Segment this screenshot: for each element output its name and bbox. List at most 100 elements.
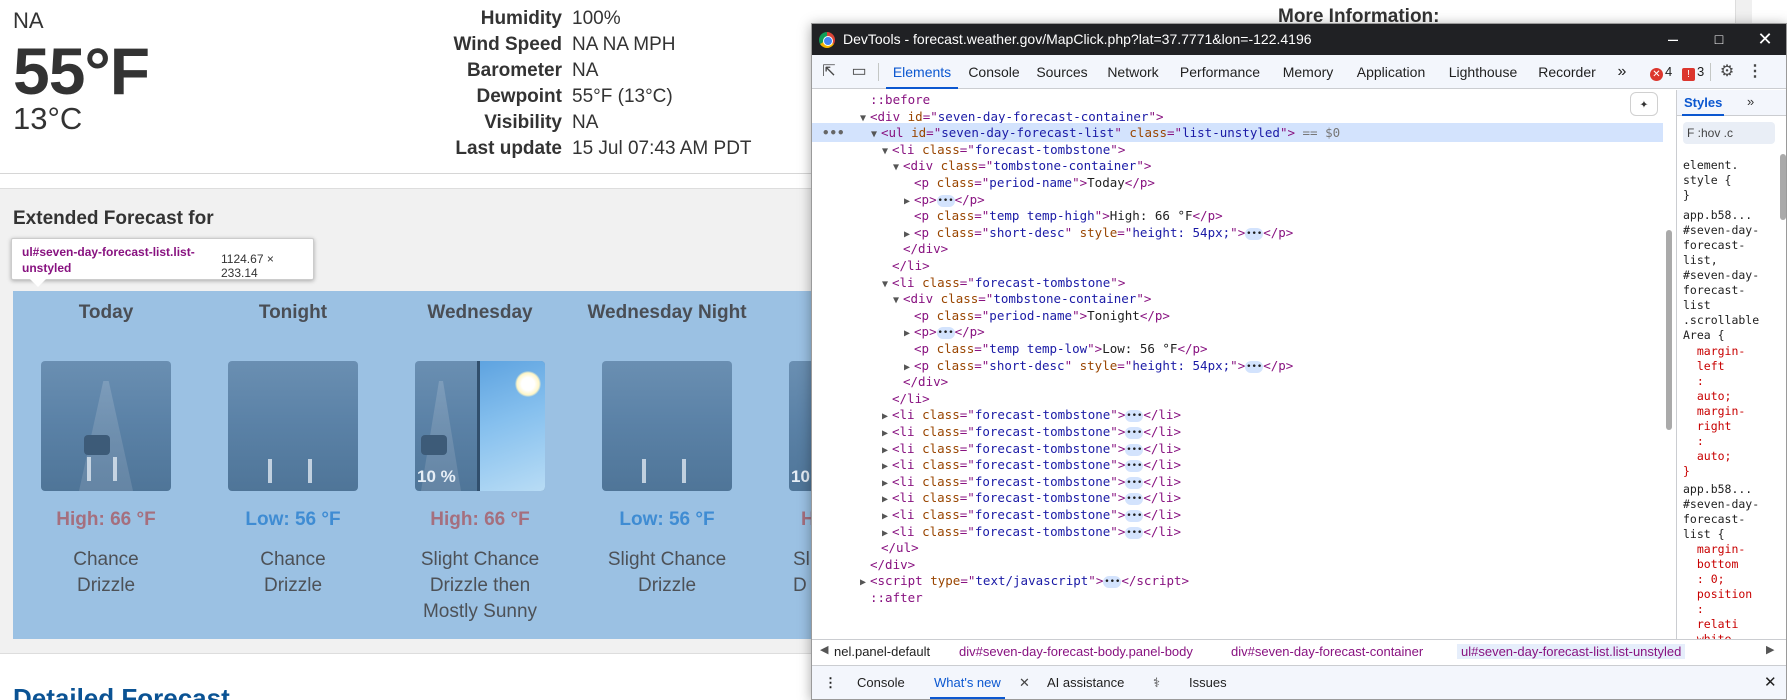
drawer-tab-issues[interactable]: Issues [1189,675,1227,690]
tooltip-selector: ul#seven-day-forecast-list.list-unstyled [22,245,195,275]
detail-label: Visibility [484,112,562,133]
tab-sources[interactable]: Sources [1032,55,1092,89]
period-name: Wednesday Night [587,302,747,323]
detail-row-barometer: Barometer NA [380,58,752,84]
elements-scrollbar[interactable] [1664,90,1675,639]
ai-assist-icon[interactable]: ✦ [1630,92,1658,116]
tab-network[interactable]: Network [1102,55,1164,89]
current-condition-text: NA [13,8,44,33]
tab-memory[interactable]: Memory [1276,55,1340,89]
detail-row-visibility: Visibility NA [380,110,752,136]
detail-row-humidity: Humidity 100% [380,6,752,32]
detail-row-last-update: Last update 15 Jul 07:43 AM PDT [380,136,751,162]
chevron-right-icon[interactable]: ▶ [1766,643,1774,656]
close-tab-icon[interactable]: ✕ [1019,675,1030,691]
inspector-tooltip: ul#seven-day-forecast-list.list-unstyled… [11,238,314,287]
collapsed-content-pill[interactable]: ••• [1125,427,1144,439]
breadcrumb-item[interactable]: div#seven-day-forecast-body.panel-body [959,644,1193,659]
inspect-element-icon[interactable]: ⇱ [820,63,838,81]
precip-probability: 10 [791,467,810,486]
tab-elements[interactable]: Elements [886,55,958,89]
detail-row-dewpoint: Dewpoint 55°F (13°C) [380,84,752,110]
styles-pane-header: Styles » [1677,90,1786,116]
tab-lighthouse[interactable]: Lighthouse [1442,55,1524,89]
styles-filter-input[interactable]: F :hov .c [1683,122,1775,144]
current-conditions-summary: NA 55°F 13°C [13,8,150,134]
devtools-toolbar: ⇱ ▭ Elements Console Sources Network Per… [812,55,1786,89]
css-rule-selector: app.b58... #seven-day- forecast- list, #… [1683,208,1760,342]
chevron-left-icon[interactable]: ◀ [820,643,828,656]
detail-label: Wind Speed [453,34,562,55]
tab-styles[interactable]: Styles [1681,95,1725,116]
collapsed-content-pill[interactable]: ••• [1125,443,1144,456]
devtools-titlebar[interactable]: DevTools - forecast.weather.gov/MapClick… [812,24,1786,55]
flask-icon: ⚕ [1153,675,1161,690]
page: NA 55°F 13°C Humidity 100% Wind Speed NA… [0,0,1787,700]
device-toolbar-icon[interactable]: ▭ [850,63,868,81]
kebab-menu-icon[interactable]: ⋮ [1746,63,1764,81]
css-rule-element-style: element. style { } [1683,158,1739,202]
collapsed-content-pill[interactable]: ••• [936,327,955,340]
drizzle-night-forecast-icon [602,361,732,491]
drizzle-then-sunny-forecast-icon: 10 % [415,361,545,491]
devtools-drawer: ⋮ Console What's new ✕ AI assistance ⚕ I… [812,665,1786,699]
period-temp: Low: 56 °F [619,509,715,530]
css-rule-declarations: margin- left : auto; margin- right : aut… [1683,344,1746,478]
current-temp-f: 55°F [13,34,150,108]
drawer-tab-whats-new[interactable]: What's new [930,675,1005,699]
drizzle-forecast-icon [41,361,171,491]
detail-label: Humidity [480,8,562,29]
collapsed-content-pill[interactable]: ••• [1125,493,1144,506]
more-panes-icon[interactable]: » [1747,94,1754,109]
collapsed-content-pill[interactable]: ••• [1245,227,1264,240]
collapsed-content-pill[interactable]: ••• [1125,526,1144,539]
period-temp: Low: 56 °F [245,509,341,530]
detail-value: NA NA MPH [572,34,676,55]
devtools-window: DevTools - forecast.weather.gov/MapClick… [811,23,1787,700]
period-temp: High: 66 °F [430,509,530,530]
drawer-menu-icon[interactable]: ⋮ [824,675,837,691]
period-name: Wednesday [427,302,533,323]
issue-count: 3 [1697,64,1705,79]
breadcrumb-item[interactable]: div#seven-day-forecast-container [1231,644,1423,659]
collapsed-content-pill[interactable]: ••• [936,194,955,207]
collapsed-content-pill[interactable]: ••• [1125,476,1144,489]
error-count-badge[interactable]: ✕ 4 [1650,64,1672,81]
detail-value: 100% [572,8,621,29]
gear-icon[interactable]: ⚙ [1718,63,1736,81]
forecast-tombstone-wednesday[interactable]: Wednesday 10 % High: 66 °F Slight Chance… [387,291,573,625]
forecast-tombstone-wednesday-night[interactable]: Wednesday Night Low: 56 °F Slight Chance… [574,291,760,599]
tab-application[interactable]: Application [1350,55,1432,89]
forecast-tombstone-today[interactable]: Today High: 66 °F Chance Drizzle [13,291,199,599]
minimize-icon[interactable]: – [1650,24,1696,55]
error-count: 4 [1665,64,1673,79]
css-rule-declarations: margin- bottom : 0; position : relati wh… [1696,542,1753,639]
collapsed-content-pill[interactable]: ••• [1125,410,1144,423]
period-name: Tonight [258,302,328,323]
close-drawer-icon[interactable]: ✕ [1764,673,1777,691]
breadcrumb-item[interactable]: nel.panel-default [834,644,930,659]
detail-value: NA [572,112,599,133]
detail-label: Dewpoint [476,86,563,107]
chrome-icon [819,32,835,48]
dom-node[interactable]: ::after [812,588,1663,607]
collapsed-content-pill[interactable]: ••• [1125,460,1144,473]
close-icon[interactable]: ✕ [1742,24,1786,55]
period-short-desc: Chance Drizzle [260,549,326,596]
tab-recorder[interactable]: Recorder [1534,55,1600,89]
drawer-tab-console[interactable]: Console [857,675,905,690]
period-short-desc: Slight Chance Drizzle [607,549,727,596]
collapsed-content-pill[interactable]: ••• [1245,360,1264,373]
styles-scrollbar[interactable] [1778,116,1786,639]
detail-label: Last update [455,138,562,159]
maximize-icon[interactable]: □ [1696,24,1742,55]
tab-console[interactable]: Console [966,55,1022,89]
forecast-tombstone-tonight[interactable]: Tonight Low: 56 °F Chance Drizzle [200,291,386,599]
tab-performance[interactable]: Performance [1174,55,1266,89]
collapsed-content-pill[interactable]: ••• [1125,510,1144,522]
drawer-tab-ai-assistance[interactable]: AI assistance [1047,675,1124,690]
issue-count-badge[interactable]: ! 3 [1682,64,1704,81]
collapsed-content-pill[interactable]: ••• [1103,576,1122,589]
more-tabs-icon[interactable]: » [1610,55,1634,89]
breadcrumb-item-active[interactable]: ul#seven-day-forecast-list.list-unstyled [1457,644,1686,659]
